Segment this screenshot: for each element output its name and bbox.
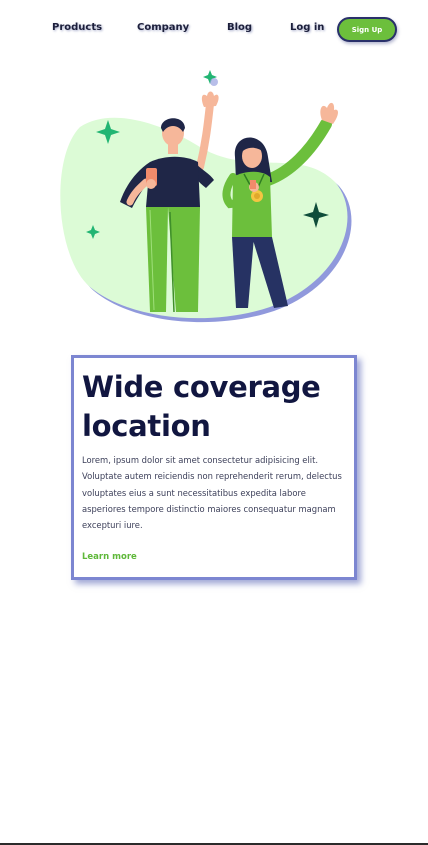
signup-button[interactable]: Sign Up	[337, 17, 397, 42]
nav-blog-link[interactable]: Blog	[227, 22, 252, 33]
nav-products-link[interactable]: Products	[52, 22, 102, 33]
feature-description: Lorem, ipsum dolor sit amet consectetur …	[82, 455, 342, 531]
hero-illustration	[50, 62, 360, 324]
nav-login-link[interactable]: Log in	[290, 22, 324, 33]
people-waving-illustration	[60, 70, 352, 323]
feature-title-line1: Wide coverage	[82, 370, 321, 404]
feature-title: Wide coverage location	[82, 368, 346, 446]
feature-card: Wide coverage location Lorem, ipsum dolo…	[71, 355, 357, 580]
learn-more-link[interactable]: Learn more	[82, 552, 137, 562]
nav-company-link[interactable]: Company	[137, 22, 189, 33]
top-nav: Products Company Blog Log in Sign Up	[0, 0, 428, 60]
feature-title-line2: location	[82, 409, 211, 443]
